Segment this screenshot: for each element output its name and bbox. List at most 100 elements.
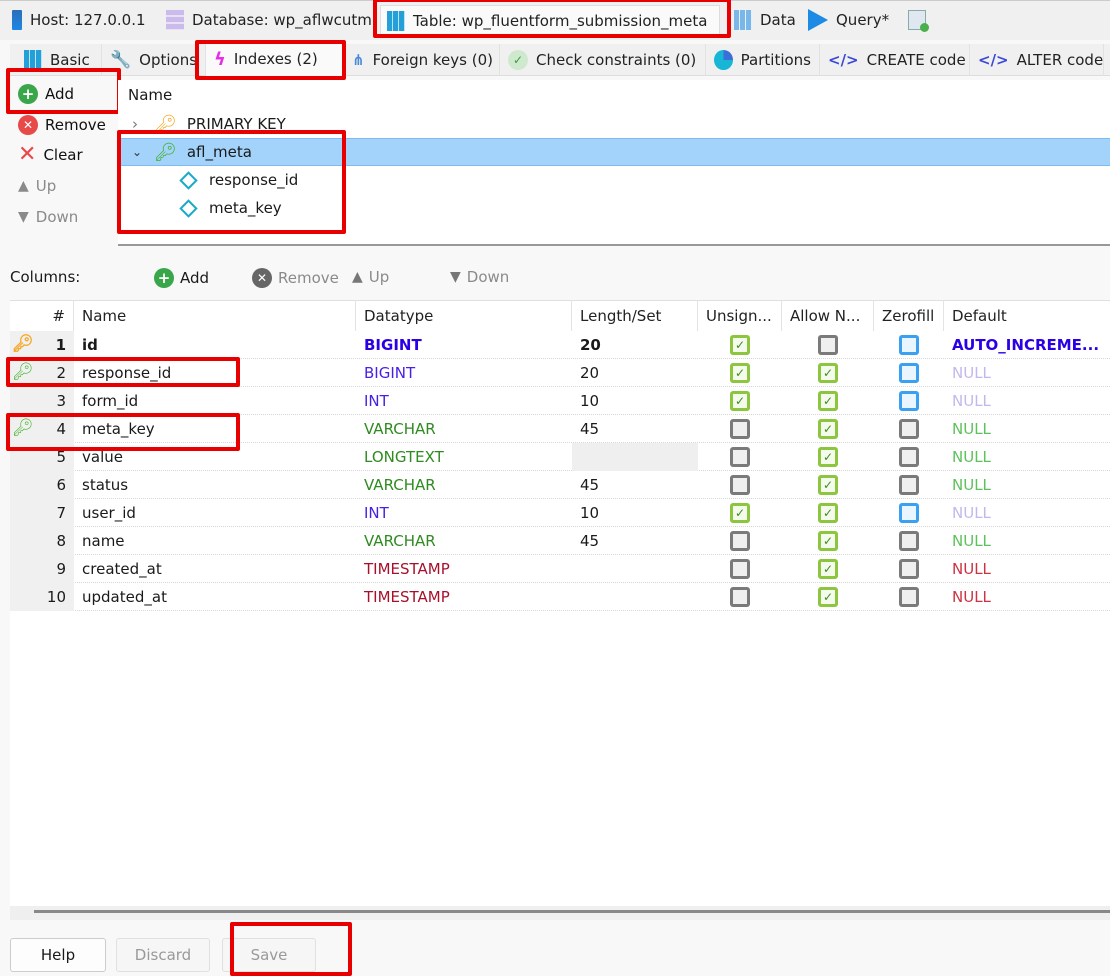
columns-grid[interactable]: # Name Datatype Length/Set Unsign... All…: [10, 300, 1110, 910]
unsigned-checkbox[interactable]: ✓: [730, 391, 750, 411]
unsigned-checkbox[interactable]: [730, 419, 750, 439]
index-tree[interactable]: Name › 🔑︎ PRIMARY KEY ⌄ 🔑︎ afl_meta resp…: [118, 80, 1110, 246]
allow-null-checkbox[interactable]: ✓: [818, 391, 838, 411]
add-index-button[interactable]: + Add: [18, 84, 74, 104]
zerofill-checkbox[interactable]: [899, 475, 919, 495]
table-row[interactable]: 🔑︎ 2 response_id BIGINT 20 ✓ ✓ NULL: [10, 359, 1110, 387]
tree-item-primary-key[interactable]: › 🔑︎ PRIMARY KEY: [118, 110, 1110, 138]
cell-default[interactable]: NULL: [944, 527, 1110, 555]
tab-indexes[interactable]: ϟ Indexes (2): [206, 42, 344, 76]
unsigned-checkbox[interactable]: [730, 447, 750, 467]
col-header-default[interactable]: Default: [944, 301, 1110, 331]
allow-null-checkbox[interactable]: ✓: [818, 531, 838, 551]
zerofill-checkbox[interactable]: [899, 335, 919, 355]
cell-default[interactable]: NULL: [944, 359, 1110, 387]
chevron-right-icon[interactable]: ›: [132, 115, 146, 133]
col-header-allow-null[interactable]: Allow N...: [782, 301, 874, 331]
table-row[interactable]: 🔑︎ 1 id BIGINT 20 ✓ AUTO_INCREME...: [10, 331, 1110, 359]
save-button[interactable]: Save: [222, 938, 316, 972]
cell-name[interactable]: user_id: [74, 499, 356, 527]
zerofill-checkbox[interactable]: [899, 587, 919, 607]
tab-alter-code[interactable]: </> ALTER code: [970, 44, 1104, 76]
zerofill-checkbox[interactable]: [899, 447, 919, 467]
cell-datatype[interactable]: INT: [356, 387, 572, 415]
allow-null-checkbox[interactable]: [818, 335, 838, 355]
allow-null-checkbox[interactable]: ✓: [818, 447, 838, 467]
unsigned-checkbox[interactable]: [730, 587, 750, 607]
move-up-column-button[interactable]: ▲ Up: [352, 268, 389, 286]
cell-length[interactable]: [572, 555, 698, 583]
tab-options[interactable]: 🔧 Options: [102, 44, 206, 76]
allow-null-checkbox[interactable]: ✓: [818, 475, 838, 495]
cell-datatype[interactable]: BIGINT: [356, 359, 572, 387]
tab-check-constraints[interactable]: ✓ Check constraints (0): [500, 44, 706, 76]
tab-host[interactable]: Host: 127.0.0.1: [6, 5, 152, 35]
cell-default[interactable]: NULL: [944, 415, 1110, 443]
col-header-num[interactable]: #: [10, 301, 74, 331]
tab-foreign-keys[interactable]: ⋔ Foreign keys (0): [344, 44, 500, 76]
clear-indexes-button[interactable]: ✕ Clear: [18, 144, 83, 166]
table-row[interactable]: 8 name VARCHAR 45 ✓ NULL: [10, 527, 1110, 555]
cell-default[interactable]: NULL: [944, 499, 1110, 527]
help-button[interactable]: Help: [10, 938, 106, 972]
cell-name[interactable]: form_id: [74, 387, 356, 415]
cell-name[interactable]: created_at: [74, 555, 356, 583]
table-row[interactable]: 7 user_id INT 10 ✓ ✓ NULL: [10, 499, 1110, 527]
zerofill-checkbox[interactable]: [899, 559, 919, 579]
col-header-datatype[interactable]: Datatype: [356, 301, 572, 331]
unsigned-checkbox[interactable]: [730, 559, 750, 579]
col-header-unsigned[interactable]: Unsign...: [698, 301, 782, 331]
cell-default[interactable]: NULL: [944, 443, 1110, 471]
cell-name[interactable]: response_id: [74, 359, 356, 387]
cell-datatype[interactable]: BIGINT: [356, 331, 572, 359]
cell-length[interactable]: 45: [572, 415, 698, 443]
move-down-index-button[interactable]: ▼ Down: [18, 208, 78, 226]
tree-item-index-column[interactable]: meta_key: [118, 194, 1110, 222]
tab-table[interactable]: Table: wp_fluentform_submission_meta: [380, 5, 720, 35]
cell-name[interactable]: id: [74, 331, 356, 359]
tab-database[interactable]: Database: wp_aflwcutm: [160, 5, 378, 35]
cell-datatype[interactable]: VARCHAR: [356, 527, 572, 555]
col-header-name[interactable]: Name: [74, 301, 356, 331]
cell-name[interactable]: value: [74, 443, 356, 471]
tree-item-index-column[interactable]: response_id: [118, 166, 1110, 194]
table-row[interactable]: 5 value LONGTEXT ✓ NULL: [10, 443, 1110, 471]
cell-datatype[interactable]: LONGTEXT: [356, 443, 572, 471]
cell-length[interactable]: 20: [572, 331, 698, 359]
move-down-column-button[interactable]: ▼ Down: [450, 268, 509, 286]
cell-default[interactable]: NULL: [944, 471, 1110, 499]
add-column-button[interactable]: + Add: [154, 268, 209, 288]
tab-partitions[interactable]: Partitions: [706, 44, 820, 76]
cell-default[interactable]: AUTO_INCREME...: [944, 331, 1110, 359]
cell-length[interactable]: 20: [572, 359, 698, 387]
tab-create-code[interactable]: </> CREATE code: [820, 44, 970, 76]
unsigned-checkbox[interactable]: ✓: [730, 503, 750, 523]
table-row[interactable]: 6 status VARCHAR 45 ✓ NULL: [10, 471, 1110, 499]
cell-default[interactable]: NULL: [944, 387, 1110, 415]
tab-query[interactable]: Query*: [802, 5, 895, 35]
tree-item-afl-meta[interactable]: ⌄ 🔑︎ afl_meta: [118, 138, 1110, 166]
new-query-tab-button[interactable]: [902, 5, 932, 35]
cell-name[interactable]: name: [74, 527, 356, 555]
remove-index-button[interactable]: ✕ Remove: [18, 115, 106, 135]
discard-button[interactable]: Discard: [116, 938, 210, 972]
zerofill-checkbox[interactable]: [899, 531, 919, 551]
table-row[interactable]: 🔑︎ 4 meta_key VARCHAR 45 ✓ NULL: [10, 415, 1110, 443]
tab-basic[interactable]: Basic: [16, 44, 102, 76]
cell-datatype[interactable]: INT: [356, 499, 572, 527]
cell-length[interactable]: [572, 443, 698, 471]
chevron-down-icon[interactable]: ⌄: [132, 145, 146, 159]
cell-name[interactable]: meta_key: [74, 415, 356, 443]
allow-null-checkbox[interactable]: ✓: [818, 587, 838, 607]
table-row[interactable]: 3 form_id INT 10 ✓ ✓ NULL: [10, 387, 1110, 415]
zerofill-checkbox[interactable]: [899, 503, 919, 523]
horizontal-scrollbar[interactable]: [10, 906, 1110, 920]
move-up-index-button[interactable]: ▲ Up: [18, 177, 56, 195]
col-header-length[interactable]: Length/Set: [572, 301, 698, 331]
zerofill-checkbox[interactable]: [899, 363, 919, 383]
allow-null-checkbox[interactable]: ✓: [818, 419, 838, 439]
cell-datatype[interactable]: VARCHAR: [356, 471, 572, 499]
unsigned-checkbox[interactable]: ✓: [730, 363, 750, 383]
cell-name[interactable]: status: [74, 471, 356, 499]
allow-null-checkbox[interactable]: ✓: [818, 503, 838, 523]
